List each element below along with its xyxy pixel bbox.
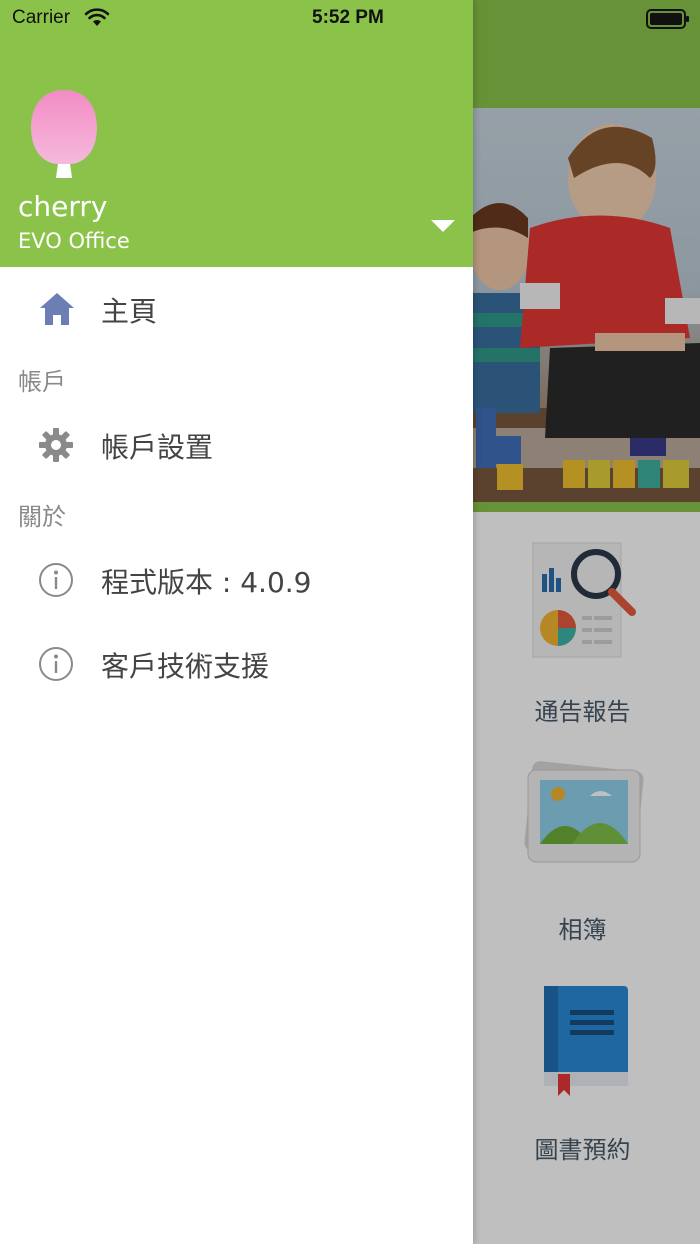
menu-item-account-settings[interactable]: 帳戶設置 [0, 411, 473, 481]
carrier-label: Carrier [12, 7, 71, 28]
menu-item-label: 主頁 [101, 295, 158, 328]
clock: 5:52 PM [312, 7, 384, 28]
section-header-about: 關於 [18, 503, 66, 531]
tree-avatar-icon [26, 86, 102, 184]
menu-item-customer-support[interactable]: 客戶技術支援 [0, 630, 473, 700]
battery-icon [646, 9, 690, 35]
home-icon [38, 291, 76, 331]
dropdown-triangle-icon[interactable] [428, 216, 458, 236]
menu-item-label: 帳戶設置 [101, 431, 214, 464]
section-header-account: 帳戶 [18, 368, 66, 396]
info-icon [38, 562, 74, 602]
menu-item-app-version[interactable]: 程式版本 : 4.0.9 [0, 546, 473, 616]
info-icon [38, 646, 74, 686]
menu-item-label: 客戶技術支援 [101, 650, 270, 683]
navigation-drawer: cherry EVO Office 主頁 帳戶 帳戶設置 關於 程式版本: 4… [0, 0, 473, 1244]
user-organization: EVO Office [18, 229, 130, 253]
user-name: cherry [18, 190, 108, 223]
status-bar: Carrier 5:52 PM [0, 0, 700, 36]
wifi-icon [84, 8, 110, 34]
gear-icon [38, 427, 74, 467]
drawer-header: cherry EVO Office [0, 0, 473, 267]
menu-item-home[interactable]: 主頁 [0, 275, 473, 345]
menu-item-label: 程式版本 : 4.0.9 [101, 566, 312, 599]
